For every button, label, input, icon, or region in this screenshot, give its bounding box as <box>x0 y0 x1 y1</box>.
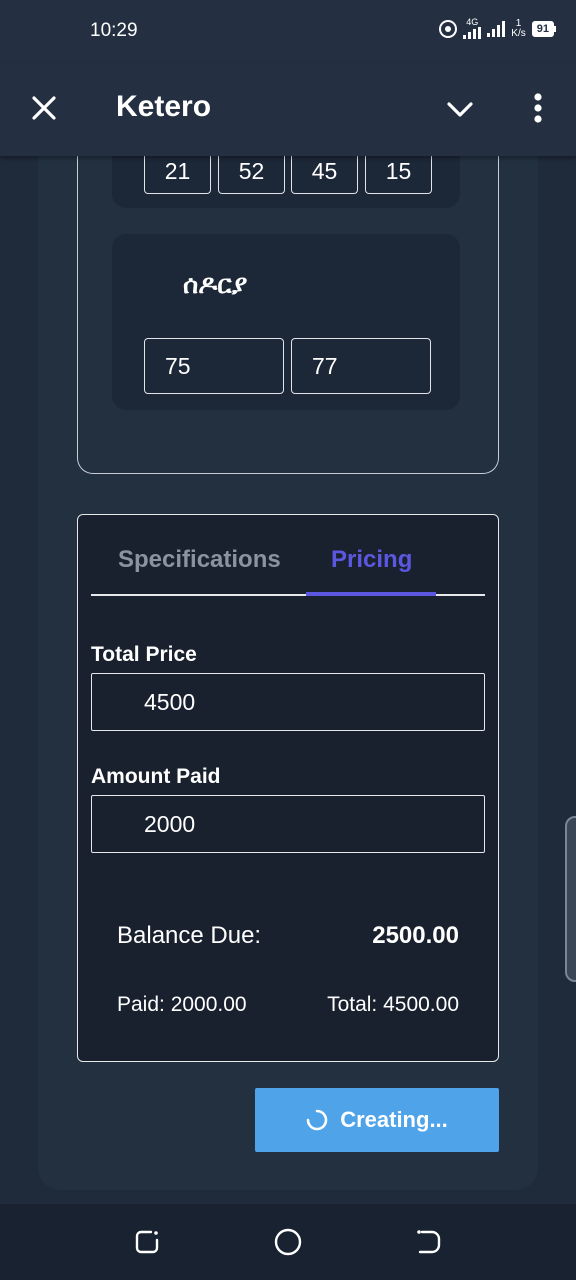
home-icon[interactable] <box>270 1224 306 1260</box>
total-summary: Total: 4500.00 <box>327 993 459 1016</box>
section-label: ሰዶርያ <box>183 270 248 300</box>
total-price-input[interactable]: 4500 <box>91 673 485 731</box>
close-icon[interactable] <box>26 90 62 126</box>
app-title: Ketero <box>116 90 212 123</box>
back-icon[interactable] <box>410 1224 446 1260</box>
signal-group: 4G <box>463 17 482 39</box>
scroll-handle[interactable] <box>565 816 576 982</box>
speed-unit: K/s <box>511 27 526 39</box>
hotspot-icon <box>439 19 458 38</box>
network-type: 4G <box>466 17 479 27</box>
measurement-input[interactable]: 52 <box>218 150 285 194</box>
measurement-input[interactable]: 45 <box>291 150 358 194</box>
tab-pricing[interactable]: Pricing <box>331 546 412 574</box>
nav-bar <box>0 1204 576 1280</box>
spinner-icon <box>306 1109 328 1131</box>
speed-value: 1 <box>515 17 522 29</box>
measurement-input[interactable]: 75 <box>144 338 284 394</box>
battery-icon: 91 <box>531 20 556 37</box>
status-icons: 4G 1 K/s 91 <box>439 18 556 39</box>
battery-level: 91 <box>531 20 554 37</box>
measurement-input[interactable]: 21 <box>144 150 211 194</box>
signal-icon <box>487 20 506 37</box>
network-speed: 1 K/s <box>511 17 526 39</box>
tab-specifications[interactable]: Specifications <box>118 546 281 574</box>
status-time: 10:29 <box>90 20 138 41</box>
amount-paid-label: Amount Paid <box>91 765 221 788</box>
paid-summary: Paid: 2000.00 <box>117 993 247 1016</box>
measurement-input[interactable]: 15 <box>365 150 432 194</box>
chevron-down-icon[interactable] <box>442 92 478 128</box>
create-button[interactable]: Creating... <box>255 1088 499 1152</box>
total-price-label: Total Price <box>91 643 197 666</box>
status-bar: 10:29 4G 1 K/s 91 <box>0 0 576 64</box>
create-button-label: Creating... <box>340 1107 448 1132</box>
more-vert-icon[interactable] <box>522 90 554 130</box>
measurement-input[interactable]: 77 <box>291 338 431 394</box>
app-bar: Ketero <box>0 64 576 156</box>
balance-due-label: Balance Due: <box>117 922 262 949</box>
recent-apps-icon[interactable] <box>129 1224 165 1260</box>
amount-paid-input[interactable]: 2000 <box>91 795 485 853</box>
tab-indicator <box>306 592 436 596</box>
signal-icon <box>463 27 482 39</box>
balance-due-value: 2500.00 <box>372 922 459 949</box>
screen: 10:29 4G 1 K/s 91 Ketero 21 52 45 15 ሰዶር… <box>0 0 576 1280</box>
